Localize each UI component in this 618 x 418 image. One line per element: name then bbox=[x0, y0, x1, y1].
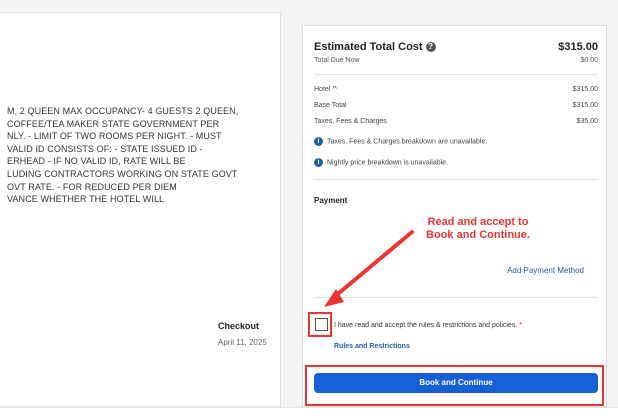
rate-description-line: ERHEAD - IF NO VALID ID, RATE WILL BE bbox=[7, 156, 186, 167]
rules-restrictions-link[interactable]: Rules and Restrictions bbox=[334, 343, 410, 350]
checkout-label: Checkout bbox=[218, 321, 260, 331]
divider bbox=[314, 179, 598, 180]
rate-description-line: OVT RATE. - FOR REDUCED PER DIEM bbox=[7, 181, 177, 192]
total-due-amount: $0.00 bbox=[580, 57, 598, 64]
hotel-label: Hotel bbox=[314, 86, 331, 93]
total-due-label: Total Due Now bbox=[314, 57, 360, 64]
rate-description-line: LUDING CONTRACTORS WORKING ON STATE GOVT bbox=[7, 168, 238, 179]
rate-details-panel: M, 2 QUEEN MAX OCCUPANCY- 4 GUESTS 2 QUE… bbox=[0, 12, 281, 407]
info-circle-icon: i bbox=[314, 137, 323, 146]
estimated-cost-title: Estimated Total Cost? bbox=[314, 41, 436, 53]
base-total-label: Base Total bbox=[314, 102, 347, 109]
nightly-info-text: Nightly price breakdown is unavailable. bbox=[327, 159, 449, 167]
hotel-toggle[interactable]: Hotel ^ bbox=[314, 86, 337, 93]
hotel-amount: $315.00 bbox=[572, 86, 598, 93]
payment-heading: Payment bbox=[314, 196, 348, 205]
taxes-info-text: Taxes, Fees & Charges breakdown are unav… bbox=[327, 138, 488, 146]
required-marker: * bbox=[519, 322, 523, 329]
annotation-line: Read and accept to bbox=[427, 216, 529, 228]
divider bbox=[314, 297, 598, 298]
rate-description-line: M, 2 QUEEN MAX OCCUPANCY- 4 GUESTS 2 QUE… bbox=[7, 106, 239, 116]
checkout-date: April 11, 2025 bbox=[218, 338, 267, 347]
rate-description-line: VALID ID CONSISTS OF: - STATE ISSUED ID … bbox=[7, 143, 203, 154]
nightly-info-notice: i Nightly price breakdown is unavailable. bbox=[314, 158, 448, 167]
accept-rules-text: I have read and accept the rules & restr… bbox=[334, 322, 518, 329]
taxes-amount: $35.00 bbox=[576, 118, 598, 125]
taxes-info-notice: i Taxes, Fees & Charges breakdown are una… bbox=[314, 137, 487, 146]
accept-rules-label: I have read and accept the rules & restr… bbox=[334, 322, 522, 329]
bottom-section bbox=[0, 407, 618, 418]
estimated-cost-amount: $315.00 bbox=[558, 41, 598, 53]
question-circle-icon[interactable]: ? bbox=[425, 42, 436, 53]
rate-description-line: VANCE WHETHER THE HOTEL WILL bbox=[7, 194, 165, 205]
accept-rules-checkbox[interactable] bbox=[315, 318, 328, 331]
rate-description-line: COFFEE/TEA MAKER STATE GOVERNMENT PER bbox=[7, 118, 220, 129]
estimated-cost-title-text: Estimated Total Cost bbox=[314, 41, 423, 53]
base-total-amount: $315.00 bbox=[572, 102, 598, 109]
info-circle-icon: i bbox=[314, 158, 323, 167]
annotation-callout: Read and accept to Book and Continue. bbox=[418, 216, 538, 242]
chevron-up-icon: ^ bbox=[332, 86, 338, 93]
rate-description: M, 2 QUEEN MAX OCCUPANCY- 4 GUESTS 2 QUE… bbox=[7, 105, 277, 206]
add-payment-method-link[interactable]: Add Payment Method bbox=[507, 266, 584, 275]
annotation-line: Book and Continue. bbox=[426, 229, 530, 241]
taxes-label: Taxes, Fees & Charges bbox=[314, 118, 387, 125]
book-and-continue-button[interactable]: Book and Continue bbox=[314, 373, 598, 393]
rate-description-line: NLY. - LIMIT OF TWO ROOMS PER NIGHT. - M… bbox=[7, 131, 222, 142]
divider bbox=[314, 74, 598, 75]
